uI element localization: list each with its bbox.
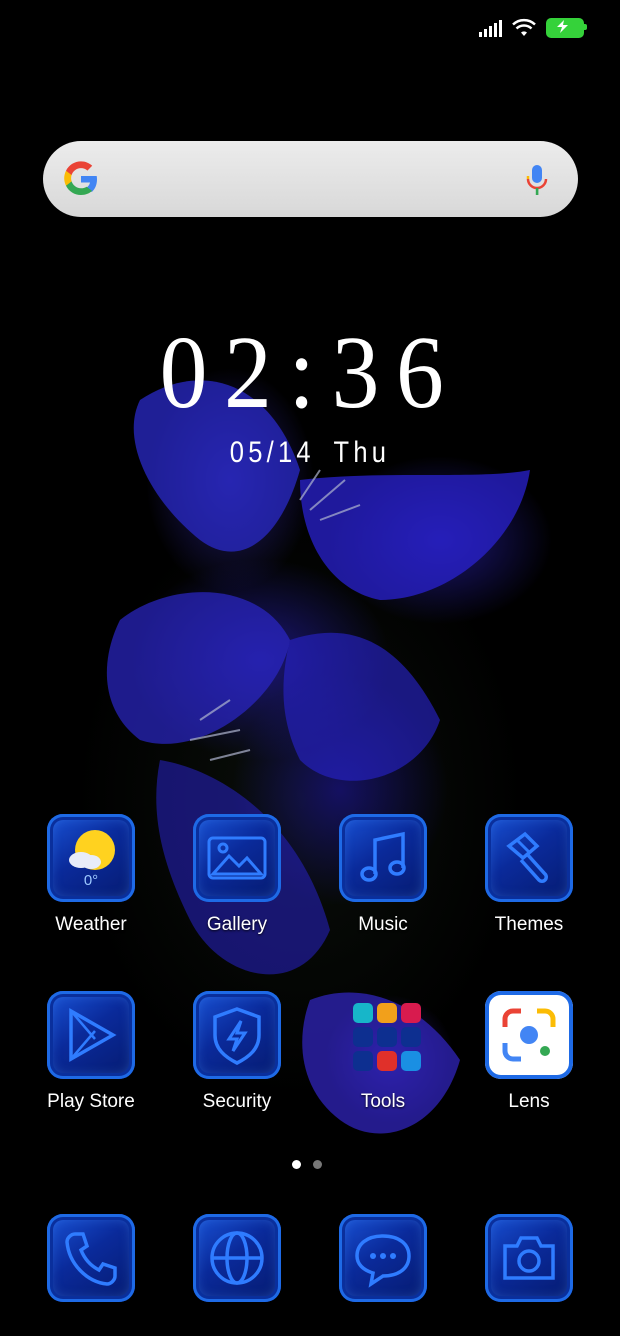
home-screen: 02:36 05/14 Thu 0° Weather Gallery Music…: [0, 0, 620, 1336]
dock-camera[interactable]: [469, 1214, 589, 1302]
shield-bolt-icon: [213, 1007, 261, 1065]
calculator-mini-icon: [353, 1051, 373, 1071]
play-store-icon: [69, 1007, 117, 1063]
app-gallery[interactable]: Gallery: [177, 814, 297, 936]
phone-icon: [65, 1232, 117, 1286]
dock-phone[interactable]: [31, 1214, 151, 1302]
music-tile[interactable]: [339, 814, 427, 902]
video-mini-icon: [377, 1003, 397, 1023]
weather-label: Weather: [55, 914, 127, 935]
music-mini-icon: [401, 1003, 421, 1023]
google-search-bar[interactable]: [43, 141, 578, 217]
weekday: Thu: [333, 436, 391, 469]
link-mini-icon: [401, 1051, 421, 1071]
security-tile[interactable]: [193, 991, 281, 1079]
dock-messages[interactable]: [323, 1214, 443, 1302]
app-security[interactable]: Security: [177, 991, 297, 1113]
app-lens[interactable]: Lens: [469, 991, 589, 1113]
themes-tile[interactable]: [485, 814, 573, 902]
radio-mini-icon: [377, 1027, 397, 1047]
messages-tile[interactable]: [339, 1214, 427, 1302]
music-note-icon: [360, 831, 406, 882]
recorder-mini-icon: [353, 1027, 373, 1047]
app-themes[interactable]: Themes: [469, 814, 589, 936]
dock-browser[interactable]: [177, 1214, 297, 1302]
tools-folder-tile[interactable]: [339, 991, 427, 1079]
gallery-tile[interactable]: [193, 814, 281, 902]
microphone-icon[interactable]: [526, 163, 548, 197]
app-folder-tools[interactable]: Tools: [323, 991, 443, 1113]
play-store-label: Play Store: [47, 1091, 135, 1112]
gallery-label: Gallery: [206, 914, 268, 935]
security-label: Security: [202, 1091, 272, 1112]
app-music[interactable]: Music: [323, 814, 443, 936]
page-dot-2[interactable]: [313, 1160, 322, 1169]
battery-charging-icon: [546, 18, 587, 38]
date-value: 05/14: [229, 436, 315, 469]
play-store-tile[interactable]: [47, 991, 135, 1079]
browser-tile[interactable]: [193, 1214, 281, 1302]
music-label: Music: [358, 914, 408, 935]
player-mini-icon: [401, 1027, 421, 1047]
weather-tile[interactable]: 0°: [47, 814, 135, 902]
help-mini-icon: [377, 1051, 397, 1071]
camera-tile[interactable]: [485, 1214, 573, 1302]
app-weather[interactable]: 0° Weather: [31, 814, 151, 936]
browser-icon: [210, 1231, 264, 1285]
gallery-icon: [207, 836, 267, 880]
weather-temperature: 0°: [83, 872, 99, 889]
google-g-icon: [64, 161, 97, 195]
lens-tile[interactable]: [485, 991, 573, 1079]
camera-icon: [503, 1236, 555, 1280]
google-lens-icon: [502, 1008, 556, 1062]
wifi-icon: [512, 18, 536, 36]
tools-label: Tools: [360, 1091, 406, 1112]
themes-label: Themes: [494, 914, 564, 935]
lens-label: Lens: [508, 1091, 550, 1112]
scanner-mini-icon: [353, 1003, 373, 1023]
messages-icon: [355, 1234, 411, 1288]
app-play-store[interactable]: Play Store: [31, 991, 151, 1113]
page-dot-1[interactable]: [292, 1160, 301, 1169]
paint-brush-icon: [506, 831, 548, 883]
page-indicator[interactable]: [292, 1160, 322, 1169]
status-bar: [479, 14, 587, 42]
cellular-signal-icon: [479, 19, 502, 37]
phone-tile[interactable]: [47, 1214, 135, 1302]
clock-date: 05/14 Thu: [47, 436, 574, 470]
clock-time[interactable]: 02:36: [25, 318, 595, 428]
